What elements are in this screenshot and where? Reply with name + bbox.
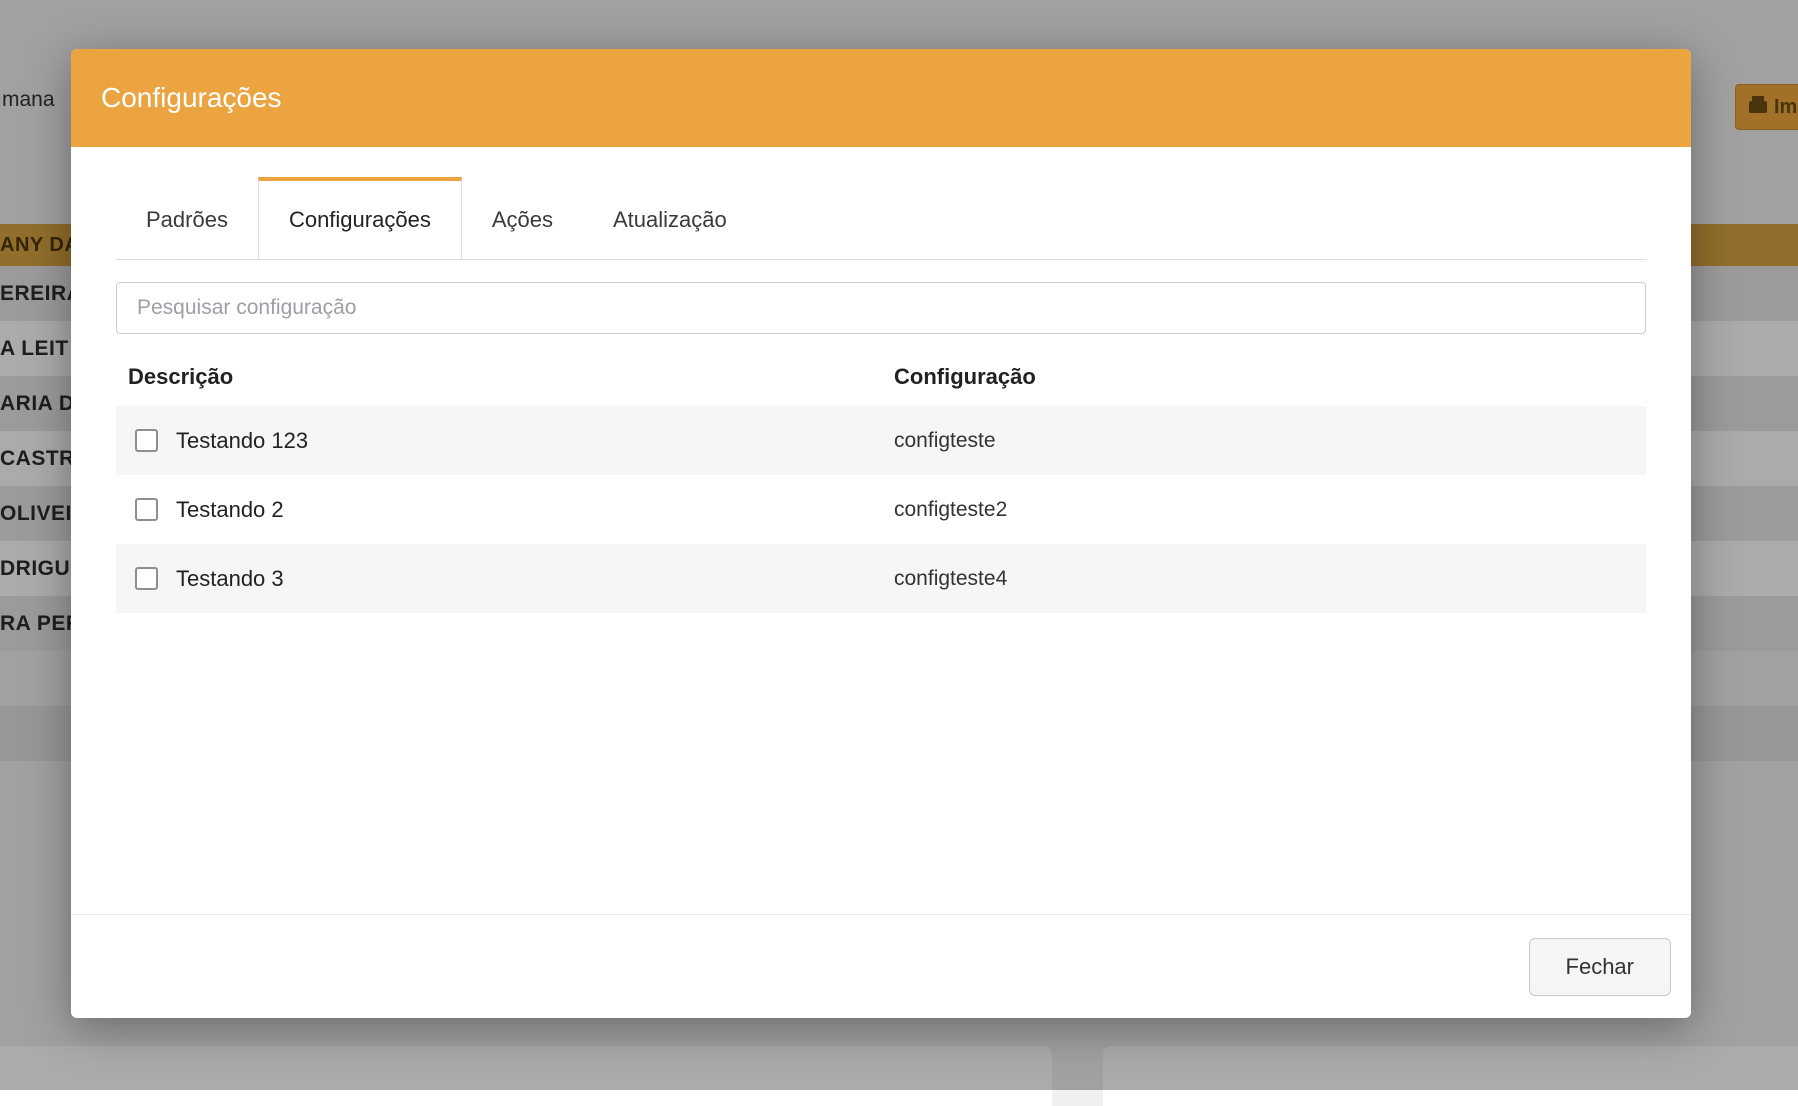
column-header-configuracao: Configuração xyxy=(894,364,1646,390)
settings-modal: Configurações Padrões Configurações Açõe… xyxy=(71,49,1691,1018)
row-description: Testando 3 xyxy=(176,566,284,592)
modal-body: Padrões Configurações Ações Atualização … xyxy=(71,177,1691,613)
row-checkbox[interactable] xyxy=(135,567,158,590)
tab-bar: Padrões Configurações Ações Atualização xyxy=(116,177,1646,260)
row-config-value: configteste xyxy=(894,429,1646,453)
config-table-row: Testando 3 configteste4 xyxy=(116,544,1646,613)
row-description: Testando 123 xyxy=(176,428,308,454)
tab-label: Padrões xyxy=(146,207,228,233)
config-table-row: Testando 123 configteste xyxy=(116,406,1646,475)
config-table-row: Testando 2 configteste2 xyxy=(116,475,1646,544)
tab-padroes[interactable]: Padrões xyxy=(116,177,258,259)
row-checkbox[interactable] xyxy=(135,429,158,452)
column-header-descricao: Descrição xyxy=(116,364,894,390)
tab-label: Ações xyxy=(492,207,553,233)
close-button[interactable]: Fechar xyxy=(1529,938,1671,996)
tab-configuracoes[interactable]: Configurações xyxy=(258,177,462,259)
row-config-value: configteste4 xyxy=(894,567,1646,591)
row-checkbox[interactable] xyxy=(135,498,158,521)
tab-label: Atualização xyxy=(613,207,727,233)
modal-footer: Fechar xyxy=(71,914,1691,1018)
config-table-header: Descrição Configuração xyxy=(116,364,1646,406)
tab-atualizacao[interactable]: Atualização xyxy=(583,177,757,259)
tab-acoes[interactable]: Ações xyxy=(462,177,583,259)
row-config-value: configteste2 xyxy=(894,498,1646,522)
row-description: Testando 2 xyxy=(176,497,284,523)
modal-title: Configurações xyxy=(101,82,282,114)
modal-header: Configurações xyxy=(71,49,1691,147)
search-config-input[interactable] xyxy=(116,282,1646,334)
tab-label: Configurações xyxy=(289,207,431,233)
